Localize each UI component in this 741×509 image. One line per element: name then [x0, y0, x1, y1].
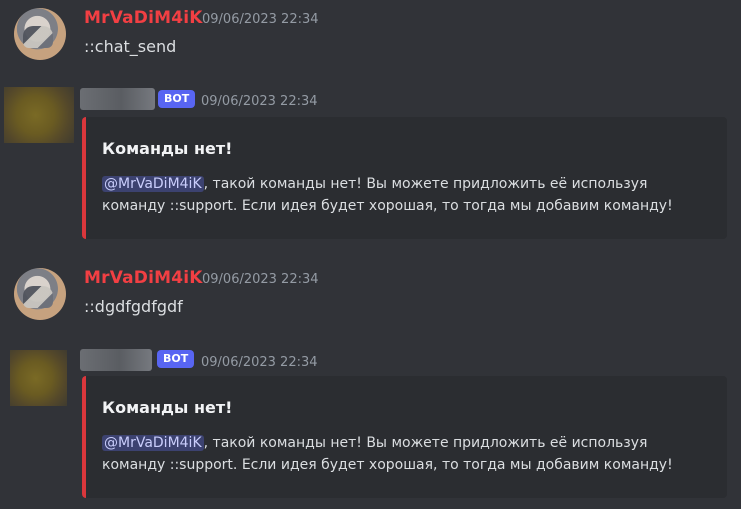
embed: Команды нет! @MrVaDiM4iK, такой команды … — [82, 376, 727, 498]
message-user-1: MrVaDiM4iK 09/06/2023 22:34 ::chat_send — [0, 0, 741, 70]
user-avatar[interactable] — [14, 268, 66, 320]
message-bot-1: BOT 09/06/2023 22:34 Команды нет! @MrVaD… — [0, 80, 741, 245]
message-text: ::chat_send — [84, 37, 177, 56]
bot-username-redacted[interactable] — [80, 88, 155, 110]
embed: Команды нет! @MrVaDiM4iK, такой команды … — [82, 117, 727, 239]
embed-text-line2: команду ::support. Если идея будет хорош… — [102, 198, 673, 214]
embed-title: Команды нет! — [102, 139, 233, 158]
embed-text-line1: , такой команды нет! Вы можете придложит… — [203, 176, 648, 192]
bot-badge: BOT — [158, 90, 196, 108]
message-bot-2: BOT 09/06/2023 22:34 Команды нет! @MrVaD… — [0, 338, 741, 509]
bot-badge: BOT — [157, 350, 195, 368]
embed-description: @MrVaDiM4iK, такой команды нет! Вы может… — [102, 173, 712, 217]
bot-username-redacted[interactable] — [80, 349, 152, 371]
timestamp: 09/06/2023 22:34 — [202, 12, 319, 27]
embed-text-line2: команду ::support. Если идея будет хорош… — [102, 457, 673, 473]
user-mention[interactable]: @MrVaDiM4iK — [102, 176, 204, 192]
timestamp: 09/06/2023 22:34 — [202, 272, 319, 287]
bot-avatar[interactable] — [4, 87, 74, 143]
message-text: ::dgdfgdfgdf — [84, 297, 183, 316]
user-avatar[interactable] — [14, 8, 66, 60]
user-mention[interactable]: @MrVaDiM4iK — [102, 435, 204, 451]
embed-text-line1: , такой команды нет! Вы можете придложит… — [203, 435, 648, 451]
timestamp: 09/06/2023 22:34 — [201, 355, 318, 370]
timestamp: 09/06/2023 22:34 — [201, 94, 318, 109]
username[interactable]: MrVaDiM4iK — [84, 8, 203, 28]
message-user-2: MrVaDiM4iK 09/06/2023 22:34 ::dgdfgdfgdf — [0, 260, 741, 330]
bot-avatar[interactable] — [10, 350, 67, 406]
embed-title: Команды нет! — [102, 398, 233, 417]
embed-description: @MrVaDiM4iK, такой команды нет! Вы может… — [102, 432, 712, 476]
username[interactable]: MrVaDiM4iK — [84, 268, 203, 288]
